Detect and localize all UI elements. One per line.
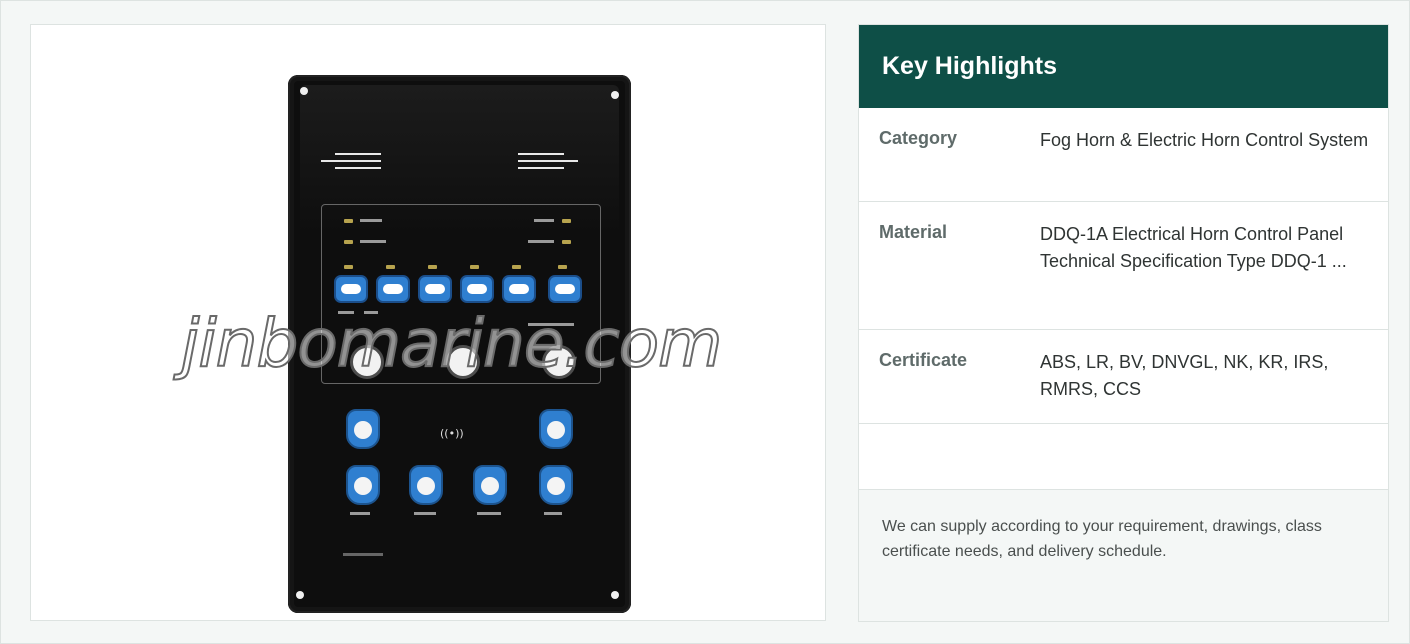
row-value: DDQ-1A Electrical Horn Control Panel Tec…: [1040, 224, 1347, 271]
push-button: [539, 465, 573, 505]
selector-switch: [418, 275, 452, 303]
row-label: Category: [879, 128, 958, 148]
supply-note: We can supply according to your requirem…: [859, 489, 1388, 621]
row-label: Material: [879, 222, 948, 242]
watermark-text: jinbomarine.com: [180, 304, 723, 383]
screw-icon: [611, 591, 619, 599]
key-highlights-card: Key Highlights Category Fog Horn & Elect…: [858, 24, 1389, 622]
row-value: ABS, LR, BV, DNVGL, NK, KR, IRS, RMRS, C…: [1040, 352, 1329, 399]
horn-icon: ((•)): [440, 427, 464, 440]
highlight-row-certificate: Certificate ABS, LR, BV, DNVGL, NK, KR, …: [859, 330, 1388, 424]
push-button: [539, 409, 573, 449]
speaker-grille-icon: [321, 153, 381, 174]
push-button: [409, 465, 443, 505]
row-label: Certificate: [879, 350, 968, 370]
highlight-row-category: Category Fog Horn & Electric Horn Contro…: [859, 108, 1388, 202]
selector-switch: [502, 275, 536, 303]
selector-switch: [334, 275, 368, 303]
push-button: [346, 409, 380, 449]
screw-icon: [300, 87, 308, 95]
selector-switch: [376, 275, 410, 303]
product-image-card: ((•)) jinbomarine.com: [30, 24, 826, 621]
screw-icon: [611, 91, 619, 99]
highlight-row-material: Material DDQ-1A Electrical Horn Control …: [859, 202, 1388, 330]
push-button: [346, 465, 380, 505]
row-value: Fog Horn & Electric Horn Control System: [1040, 130, 1369, 150]
screw-icon: [296, 591, 304, 599]
speaker-grille-icon: [518, 153, 578, 174]
highlights-title: Key Highlights: [859, 25, 1388, 108]
highlight-row-empty: [859, 424, 1388, 489]
push-button: [473, 465, 507, 505]
selector-switch: [548, 275, 582, 303]
selector-switch: [460, 275, 494, 303]
